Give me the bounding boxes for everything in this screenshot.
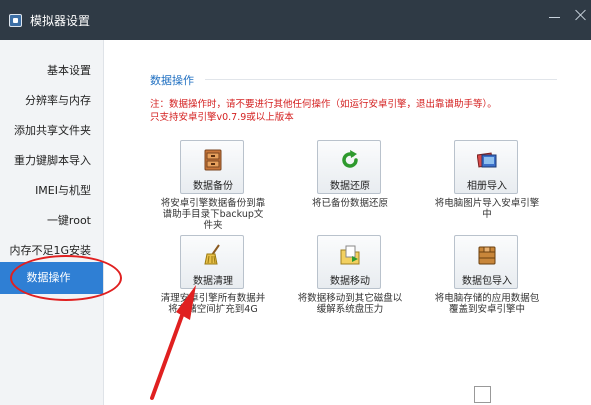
data-backup-button[interactable]: 数据备份 <box>180 140 244 194</box>
minimize-icon[interactable] <box>548 8 562 22</box>
data-restore-button[interactable]: 数据还原 <box>317 140 381 194</box>
package-import-desc: 将电脑存储的应用数据包覆盖到安卓引擎中 <box>434 293 540 315</box>
main-panel: 数据操作 注：数据操作时，请不要进行其他任何操作（如运行安卓引擎，退出靠谱助手等… <box>105 40 591 405</box>
data-restore-label: 数据还原 <box>330 181 370 192</box>
folder-move-icon <box>340 245 360 265</box>
sidebar-item-one-key-root[interactable]: 一键root <box>47 212 91 228</box>
sidebar-item-resolution-memory[interactable]: 分辨率与内存 <box>25 92 91 108</box>
app-logo-icon <box>9 14 22 27</box>
sidebar-item-data-operations[interactable]: 数据操作 <box>0 262 103 294</box>
photo-import-button[interactable]: 相册导入 <box>454 140 518 194</box>
sidebar-item-gravity-script[interactable]: 重力键脚本导入 <box>14 152 91 168</box>
data-move-button[interactable]: 数据移动 <box>317 235 381 289</box>
photo-import-label: 相册导入 <box>467 181 507 192</box>
title-bar: 模拟器设置 <box>0 0 591 40</box>
section-divider <box>205 79 557 80</box>
cabinet-icon <box>204 149 222 171</box>
refresh-icon <box>342 150 358 168</box>
package-import-button[interactable]: 数据包导入 <box>454 235 518 289</box>
sidebar: 基本设置 分辨率与内存 添加共享文件夹 重力键脚本导入 IMEI与机型 一键ro… <box>0 40 104 405</box>
data-backup-desc: 将安卓引擎数据备份到靠谱助手目录下backup文件夹 <box>160 198 266 231</box>
notice-text: 注：数据操作时，请不要进行其他任何操作（如运行安卓引擎，退出靠谱助手等）。 只支… <box>150 98 497 124</box>
data-move-desc: 将数据移动到其它磁盘以缓解系统盘压力 <box>297 293 403 315</box>
data-backup-label: 数据备份 <box>193 181 233 192</box>
broom-icon <box>204 244 220 265</box>
checkbox[interactable] <box>474 386 491 403</box>
package-import-label: 数据包导入 <box>462 276 512 287</box>
sidebar-item-shared-folder[interactable]: 添加共享文件夹 <box>14 122 91 138</box>
close-icon[interactable] <box>574 8 588 22</box>
notice-line-1: 注：数据操作时，请不要进行其他任何操作（如运行安卓引擎，退出靠谱助手等）。 <box>150 99 497 110</box>
notice-line-2: 只支持安卓引擎v0.7.9或以上版本 <box>150 112 294 123</box>
photo-album-icon <box>477 152 497 168</box>
sidebar-item-imei-model[interactable]: IMEI与机型 <box>35 182 91 198</box>
section-title: 数据操作 <box>150 74 194 87</box>
photo-import-desc: 将电脑图片导入安卓引擎中 <box>434 198 540 220</box>
data-cleanup-button[interactable]: 数据清理 <box>180 235 244 289</box>
package-icon <box>478 246 496 265</box>
sidebar-item-basic-settings[interactable]: 基本设置 <box>47 62 91 78</box>
data-cleanup-label: 数据清理 <box>193 276 233 287</box>
data-restore-desc: 将已备份数据还原 <box>311 198 388 209</box>
data-cleanup-desc: 清理安卓引擎所有数据并将存储空间扩充到4G <box>160 293 266 315</box>
sidebar-item-low-memory-install[interactable]: 内存不足1G安装 <box>9 242 91 258</box>
window-title: 模拟器设置 <box>30 14 91 28</box>
data-move-label: 数据移动 <box>330 276 370 287</box>
